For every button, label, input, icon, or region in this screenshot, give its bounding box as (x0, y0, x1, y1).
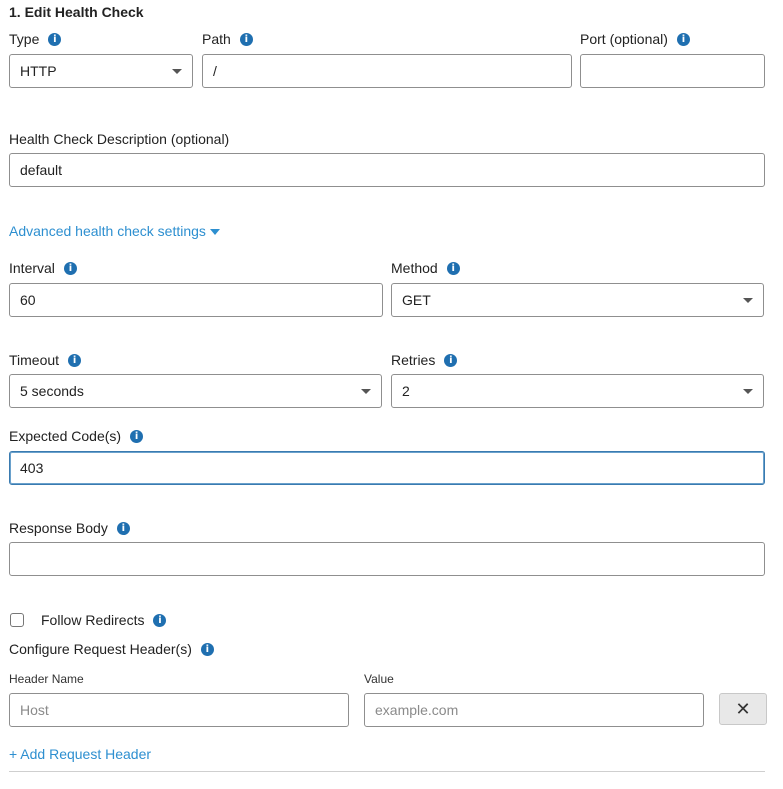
method-select[interactable]: GET (391, 283, 764, 317)
info-icon[interactable]: i (68, 353, 82, 367)
info-icon[interactable]: i (153, 613, 167, 627)
section-title: 1. Edit Health Check (9, 4, 144, 20)
port-input[interactable] (580, 54, 765, 88)
port-label: Port (optional) i (580, 29, 690, 49)
add-request-header-button[interactable]: + Add Request Header (9, 746, 151, 762)
chevron-down-icon (743, 298, 753, 303)
close-icon: ✕ (735, 698, 751, 720)
interval-input[interactable]: 60 (9, 283, 383, 317)
timeout-label: Timeout i (9, 350, 82, 370)
info-icon[interactable]: i (116, 521, 130, 535)
follow-redirects-checkbox[interactable] (10, 613, 24, 627)
chevron-down-icon (361, 389, 371, 394)
chevron-down-icon (743, 389, 753, 394)
request-headers-label: Configure Request Header(s) i (9, 639, 214, 659)
caret-down-icon (209, 229, 220, 236)
method-label: Method i (391, 258, 460, 278)
info-icon[interactable]: i (239, 32, 253, 46)
chevron-down-icon (172, 69, 182, 74)
remove-header-button[interactable]: ✕ (719, 693, 767, 725)
header-value-input[interactable]: example.com (364, 693, 704, 727)
info-icon[interactable]: i (200, 642, 214, 656)
type-label: Type i (9, 29, 62, 49)
info-icon[interactable]: i (446, 261, 460, 275)
timeout-select[interactable]: 5 seconds (9, 374, 382, 408)
header-value-label: Value (364, 672, 394, 686)
interval-label: Interval i (9, 258, 77, 278)
follow-redirects-label: Follow Redirects i (41, 610, 167, 630)
description-input[interactable]: default (9, 153, 765, 187)
info-icon[interactable]: i (130, 429, 144, 443)
expected-codes-label: Expected Code(s) i (9, 426, 144, 446)
description-label: Health Check Description (optional) (9, 131, 230, 147)
expected-codes-input[interactable]: 403 (9, 451, 765, 485)
divider (9, 771, 765, 772)
info-icon[interactable]: i (676, 32, 690, 46)
response-body-label: Response Body i (9, 518, 130, 538)
path-label: Path i (202, 29, 253, 49)
info-icon[interactable]: i (48, 32, 62, 46)
info-icon[interactable]: i (444, 353, 458, 367)
retries-select[interactable]: 2 (391, 374, 764, 408)
advanced-settings-toggle[interactable]: Advanced health check settings (9, 223, 220, 239)
info-icon[interactable]: i (63, 261, 77, 275)
header-name-label: Header Name (9, 672, 84, 686)
header-name-input[interactable]: Host (9, 693, 349, 727)
path-input[interactable]: / (202, 54, 572, 88)
response-body-input[interactable] (9, 542, 765, 576)
type-select[interactable]: HTTP (9, 54, 193, 88)
retries-label: Retries i (391, 350, 458, 370)
